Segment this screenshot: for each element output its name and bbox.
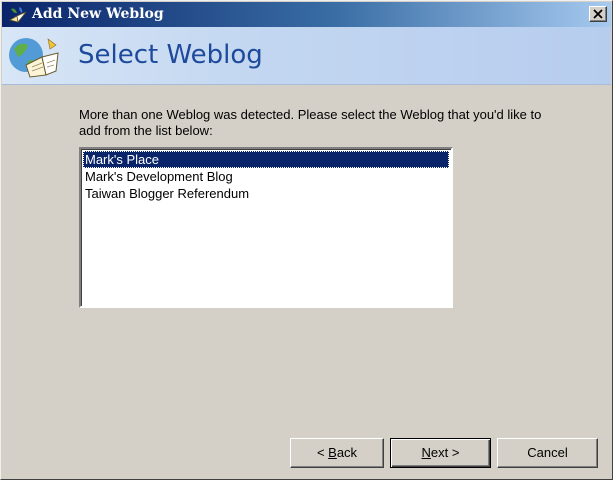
back-button-prefix: < bbox=[316, 445, 329, 460]
instruction-text: More than one Weblog was detected. Pleas… bbox=[79, 107, 542, 138]
back-button-mnemonic: B bbox=[328, 445, 337, 460]
wizard-header: Select Weblog bbox=[2, 27, 611, 85]
back-button[interactable]: < Back bbox=[290, 438, 384, 468]
list-item[interactable]: Mark's Development Blog bbox=[83, 168, 449, 185]
list-item[interactable]: Mark's Place bbox=[83, 151, 449, 168]
add-weblog-dialog: Add New Weblog Select Weblog More than o… bbox=[0, 0, 613, 480]
weblog-wizard-icon bbox=[9, 38, 59, 78]
next-button-rest: ext > bbox=[430, 445, 460, 460]
list-item[interactable]: Taiwan Blogger Referendum bbox=[83, 185, 449, 202]
close-button[interactable] bbox=[589, 6, 607, 22]
weblog-listbox[interactable]: Mark's Place Mark's Development Blog Tai… bbox=[79, 147, 453, 308]
next-button[interactable]: Next > bbox=[390, 438, 491, 468]
cancel-button[interactable]: Cancel bbox=[497, 438, 598, 468]
page-title: Select Weblog bbox=[78, 40, 263, 70]
weblog-app-icon bbox=[8, 7, 27, 23]
back-button-rest: ack bbox=[336, 445, 358, 460]
window-title: Add New Weblog bbox=[32, 6, 164, 22]
next-button-mnemonic: N bbox=[421, 445, 431, 460]
title-bar[interactable]: Add New Weblog bbox=[2, 2, 611, 27]
close-icon bbox=[593, 9, 603, 19]
